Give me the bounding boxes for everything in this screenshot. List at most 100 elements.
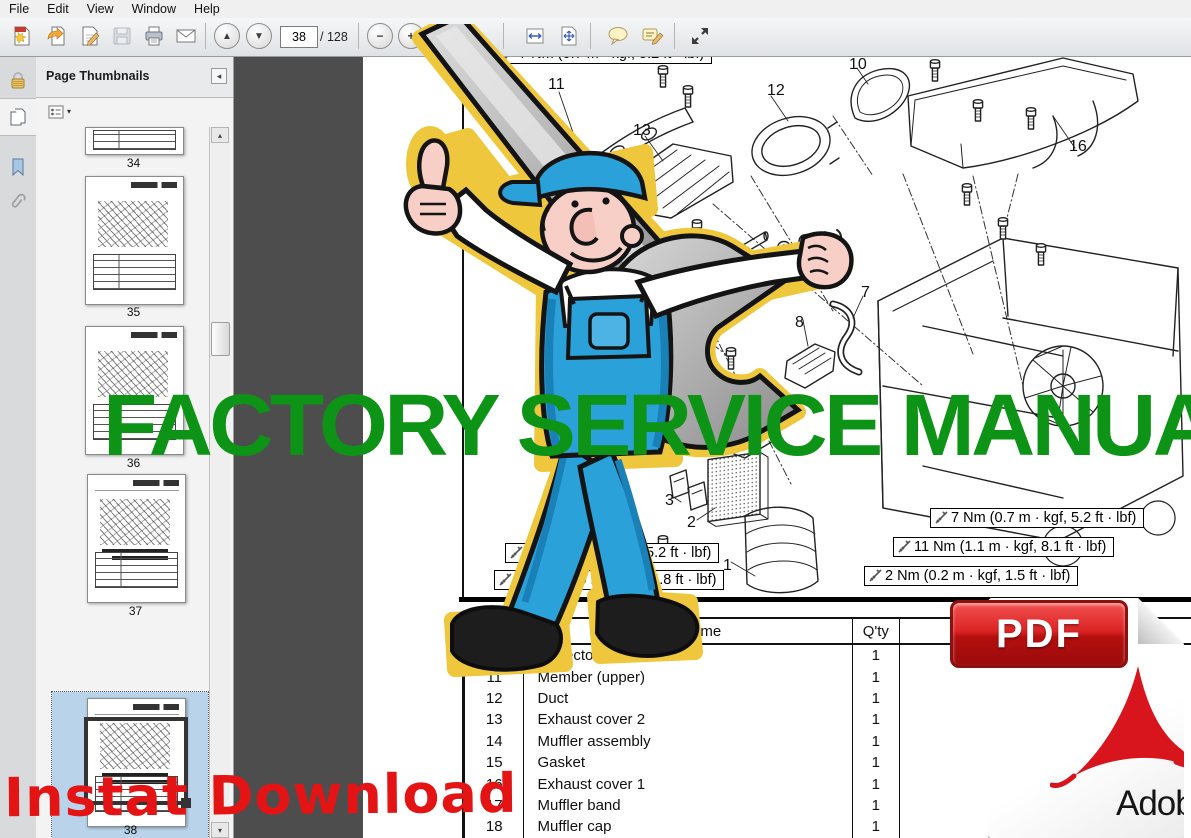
page-view-indicator[interactable] bbox=[84, 717, 188, 805]
thumbnail-label: 35 bbox=[85, 305, 182, 319]
order-cell: 16 bbox=[464, 773, 524, 794]
table-row: 18Muffler cap1 bbox=[464, 816, 1191, 837]
edit-document-button[interactable] bbox=[76, 21, 104, 51]
page-number-input[interactable] bbox=[280, 26, 318, 48]
thumbnail-label: 37 bbox=[87, 604, 184, 618]
torque-wrench-icon bbox=[868, 569, 882, 583]
options-list-icon bbox=[48, 105, 64, 119]
comment-button[interactable] bbox=[604, 21, 632, 51]
down-arrow-icon: ▼ bbox=[254, 31, 264, 42]
figure-border bbox=[462, 56, 464, 599]
chevron-down-icon: ▾ bbox=[67, 107, 71, 116]
page-count-label: / 128 bbox=[320, 30, 348, 44]
toolbar-separator bbox=[590, 23, 591, 49]
scroll-down-button[interactable]: ▾ bbox=[211, 822, 229, 838]
create-pdf-button[interactable] bbox=[8, 21, 36, 51]
table-header-row: Order Job name Q'ty bbox=[464, 618, 1191, 644]
attachments-panel-button[interactable] bbox=[0, 184, 36, 222]
job-cell: Duct bbox=[524, 688, 853, 709]
save-button[interactable] bbox=[108, 21, 136, 51]
thumbnail-scrollbar[interactable]: ▴ ▾ bbox=[209, 127, 230, 838]
thumbnail-page-36[interactable] bbox=[85, 326, 184, 455]
qty-cell: 1 bbox=[853, 731, 899, 752]
thumb-art bbox=[93, 254, 176, 290]
fit-width-icon bbox=[524, 25, 546, 47]
panel-header: Page Thumbnails ◂ bbox=[36, 56, 233, 98]
menu-view[interactable]: View bbox=[78, 1, 123, 17]
previous-page-button[interactable]: ▲ bbox=[214, 23, 240, 49]
scroll-up-button[interactable]: ▴ bbox=[211, 127, 229, 143]
thumb-art bbox=[93, 404, 176, 440]
remarks-cell bbox=[899, 709, 1191, 730]
menu-edit[interactable]: Edit bbox=[38, 1, 78, 17]
menu-window[interactable]: Window bbox=[123, 1, 185, 17]
qty-cell: 1 bbox=[853, 816, 899, 837]
table-row: 16Exhaust cover 11 bbox=[464, 773, 1191, 794]
toolbar-separator bbox=[358, 23, 359, 49]
email-button[interactable] bbox=[172, 21, 200, 51]
order-cell: 15 bbox=[464, 752, 524, 773]
page-thumbnails-panel-button[interactable] bbox=[0, 98, 36, 136]
export-button[interactable] bbox=[42, 21, 70, 51]
navigation-icon-strip bbox=[0, 56, 37, 838]
print-button[interactable] bbox=[140, 21, 168, 51]
table-row: 11Member (upper)1 bbox=[464, 666, 1191, 687]
thumb-art bbox=[95, 714, 179, 715]
text-edits-button[interactable] bbox=[639, 21, 667, 51]
comment-bubble-icon bbox=[606, 25, 630, 47]
qty-cell: 1 bbox=[853, 773, 899, 794]
part-callout: 3 bbox=[665, 492, 674, 510]
remarks-cell bbox=[899, 752, 1191, 773]
torque-wrench-icon bbox=[897, 540, 911, 554]
thumbnail-options-button[interactable]: ▾ bbox=[45, 102, 79, 121]
part-callout: 16 bbox=[1069, 138, 1087, 156]
collapse-panel-button[interactable]: ◂ bbox=[211, 68, 227, 84]
thumb-art bbox=[93, 130, 176, 150]
toolbar: ▲ ▼ / 128 − + bbox=[0, 18, 1191, 57]
panel-title: Page Thumbnails bbox=[46, 69, 150, 83]
zoom-out-button[interactable]: − bbox=[367, 23, 393, 49]
part-callout: 20 bbox=[741, 264, 759, 282]
torque-spec-label: 7 Nm (0.7 m · kgf, 5.2 ft · lbf) bbox=[505, 543, 719, 563]
fit-width-button[interactable] bbox=[521, 21, 549, 51]
part-callout: 12 bbox=[767, 82, 785, 100]
thumbnail-page-34[interactable] bbox=[85, 127, 184, 155]
thumb-art bbox=[98, 201, 168, 247]
toolbar-separator bbox=[503, 23, 504, 49]
torque-wrench-icon bbox=[498, 573, 512, 587]
export-icon bbox=[45, 25, 67, 47]
torque-value: 11 Nm (1.1 m · kgf, 8.1 ft · lbf) bbox=[914, 539, 1106, 555]
fullscreen-arrows-icon bbox=[689, 25, 711, 47]
thumbnail-page-38-selected[interactable]: 38 bbox=[52, 692, 208, 838]
thumb-art bbox=[133, 704, 179, 710]
security-panel-button[interactable] bbox=[0, 62, 36, 100]
zoom-in-button[interactable]: + bbox=[398, 23, 424, 49]
job-cell: Muffler assembly bbox=[524, 731, 853, 752]
remarks-cell bbox=[899, 816, 1191, 837]
thumbnail-page-37[interactable] bbox=[87, 474, 186, 603]
table-row: 15Gasket1 bbox=[464, 752, 1191, 773]
scrollbar-thumb[interactable] bbox=[211, 322, 230, 356]
job-cell: Muffler cap bbox=[524, 816, 853, 837]
paperclip-icon bbox=[8, 193, 28, 213]
email-envelope-icon bbox=[175, 25, 197, 47]
bookmarks-panel-button[interactable] bbox=[0, 148, 36, 186]
part-callout: 10 bbox=[849, 56, 867, 74]
thumb-art bbox=[95, 490, 179, 491]
next-page-button[interactable]: ▼ bbox=[246, 23, 272, 49]
fit-page-icon bbox=[558, 25, 580, 47]
menu-help[interactable]: Help bbox=[185, 1, 229, 17]
menu-file[interactable]: File bbox=[0, 1, 38, 17]
fit-page-button[interactable] bbox=[555, 21, 583, 51]
torque-spec-label: 11 Nm (1.1 m · kgf, 8.1 ft · lbf) bbox=[893, 537, 1114, 557]
toolbar-separator bbox=[205, 23, 206, 49]
order-cell: 12 bbox=[464, 688, 524, 709]
thumbnail-page-35[interactable] bbox=[85, 176, 184, 305]
torque-wrench-icon bbox=[509, 546, 523, 560]
fullscreen-button[interactable] bbox=[686, 21, 714, 51]
thumb-art bbox=[131, 332, 177, 338]
job-cell: Gasket bbox=[524, 752, 853, 773]
thumb-art bbox=[131, 182, 177, 188]
job-cell: Exhaust cover 2 bbox=[524, 709, 853, 730]
thumb-art bbox=[100, 499, 170, 545]
